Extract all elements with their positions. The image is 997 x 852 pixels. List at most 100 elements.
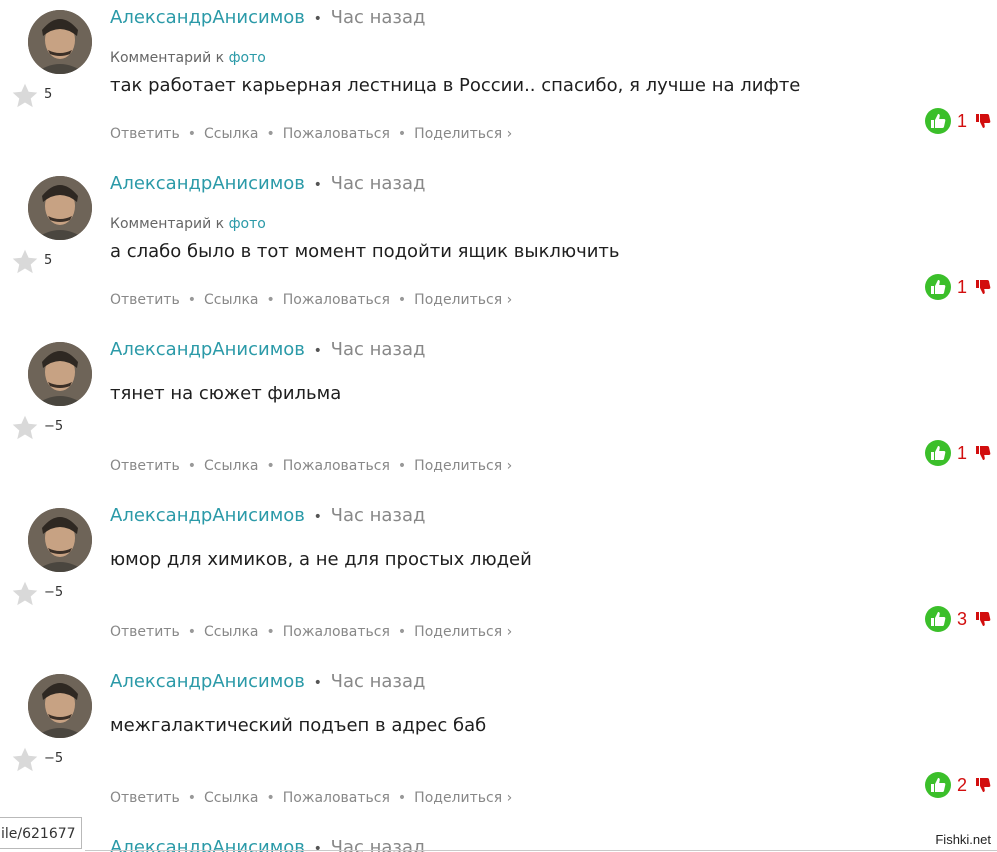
author-link[interactable]: АлександрАнисимов bbox=[110, 671, 305, 692]
timestamp: Час назад bbox=[330, 7, 426, 28]
vote-controls: 1 bbox=[924, 108, 991, 134]
report-link[interactable]: Пожаловаться bbox=[283, 292, 390, 308]
author-link[interactable]: АлександрАнисимов bbox=[110, 505, 305, 526]
thumbs-up-icon[interactable] bbox=[924, 772, 951, 798]
reply-link[interactable]: Ответить bbox=[110, 126, 180, 142]
context-prefix: Комментарий к bbox=[110, 50, 225, 66]
action-separator: • bbox=[187, 624, 196, 640]
action-separator: • bbox=[266, 126, 275, 142]
comment-text: так работает карьерная лестница в России… bbox=[110, 75, 801, 96]
report-link[interactable]: Пожаловаться bbox=[283, 790, 390, 806]
share-link[interactable]: Поделиться › bbox=[414, 126, 512, 142]
report-link[interactable]: Пожаловаться bbox=[283, 458, 390, 474]
permalink-link[interactable]: Ссылка bbox=[204, 292, 259, 308]
star-icon[interactable] bbox=[11, 82, 39, 110]
dot-separator: • bbox=[313, 509, 322, 525]
comment-header: АлександрАнисимов • Час назад bbox=[110, 671, 425, 692]
thumbs-down-icon[interactable] bbox=[975, 278, 991, 296]
avatar[interactable] bbox=[28, 674, 92, 738]
action-separator: • bbox=[187, 458, 196, 474]
thumbs-down-icon[interactable] bbox=[975, 112, 991, 130]
vote-score: 1 bbox=[956, 442, 967, 463]
action-separator: • bbox=[266, 624, 275, 640]
context-link[interactable]: фото bbox=[229, 216, 266, 232]
comment-item: АлександрАнисимов • Час назад bbox=[0, 830, 997, 852]
rating-value: 5 bbox=[44, 253, 53, 268]
report-link[interactable]: Пожаловаться bbox=[283, 126, 390, 142]
comment-actions: Ответить • Ссылка • Пожаловаться • Поделиться … bbox=[110, 458, 512, 474]
comment-text: а слабо было в тот момент подойти ящик в… bbox=[110, 241, 620, 262]
comment-header: АлександрАнисимов • Час назад bbox=[110, 339, 425, 360]
avatar[interactable] bbox=[28, 10, 92, 74]
report-link[interactable]: Пожаловаться bbox=[283, 624, 390, 640]
thumbs-down-icon[interactable] bbox=[975, 610, 991, 628]
status-url-tooltip: ile/621677 bbox=[0, 817, 82, 849]
thumbs-up-icon[interactable] bbox=[924, 274, 951, 300]
action-separator: • bbox=[266, 790, 275, 806]
vote-score: 1 bbox=[956, 110, 967, 131]
watermark: Fishki.net bbox=[935, 832, 991, 847]
reply-link[interactable]: Ответить bbox=[110, 458, 180, 474]
comment-context: Комментарий к фото bbox=[110, 216, 266, 232]
action-separator: • bbox=[397, 292, 407, 308]
permalink-link[interactable]: Ссылка bbox=[204, 790, 259, 806]
reply-link[interactable]: Ответить bbox=[110, 790, 180, 806]
action-separator: • bbox=[397, 126, 407, 142]
comment-actions: Ответить • Ссылка • Пожаловаться • Поделиться … bbox=[110, 126, 512, 142]
author-link[interactable]: АлександрАнисимов bbox=[110, 7, 305, 28]
thumbs-down-icon[interactable] bbox=[975, 444, 991, 462]
author-link[interactable]: АлександрАнисимов bbox=[110, 173, 305, 194]
context-link[interactable]: фото bbox=[229, 50, 266, 66]
comment-item: 5 АлександрАнисимов • Час назад Коммента… bbox=[0, 0, 997, 166]
star-icon[interactable] bbox=[11, 580, 39, 608]
comment-actions: Ответить • Ссылка • Пожаловаться • Поделиться … bbox=[110, 790, 512, 806]
author-link[interactable]: АлександрАнисимов bbox=[110, 339, 305, 360]
action-separator: • bbox=[187, 292, 196, 308]
avatar[interactable] bbox=[28, 342, 92, 406]
permalink-link[interactable]: Ссылка bbox=[204, 624, 259, 640]
star-icon[interactable] bbox=[11, 414, 39, 442]
context-prefix: Комментарий к bbox=[110, 216, 225, 232]
thumbs-up-icon[interactable] bbox=[924, 108, 951, 134]
star-icon[interactable] bbox=[11, 746, 39, 774]
dot-separator: • bbox=[313, 343, 322, 359]
vote-score: 3 bbox=[956, 608, 967, 629]
timestamp: Час назад bbox=[330, 173, 426, 194]
comment-context: Комментарий к фото bbox=[110, 50, 266, 66]
permalink-link[interactable]: Ссылка bbox=[204, 458, 259, 474]
avatar[interactable] bbox=[28, 176, 92, 240]
dot-separator: • bbox=[313, 11, 322, 27]
comment-text: тянет на сюжет фильма bbox=[110, 383, 342, 404]
comment-actions: Ответить • Ссылка • Пожаловаться • Поделиться … bbox=[110, 292, 512, 308]
permalink-link[interactable]: Ссылка bbox=[204, 126, 259, 142]
comment-header: АлександрАнисимов • Час назад bbox=[110, 173, 425, 194]
share-link[interactable]: Поделиться › bbox=[414, 292, 512, 308]
action-separator: • bbox=[397, 790, 407, 806]
share-link[interactable]: Поделиться › bbox=[414, 790, 512, 806]
rating-value: −5 bbox=[44, 419, 64, 434]
thumbs-up-icon[interactable] bbox=[924, 440, 951, 466]
vote-controls: 1 bbox=[924, 440, 991, 466]
timestamp: Час назад bbox=[330, 671, 426, 692]
action-separator: • bbox=[187, 126, 196, 142]
comment-item: −5 АлександрАнисимов • Час назад межгала… bbox=[0, 664, 997, 830]
vote-score: 2 bbox=[956, 774, 967, 795]
reply-link[interactable]: Ответить bbox=[110, 624, 180, 640]
action-separator: • bbox=[266, 292, 275, 308]
timestamp: Час назад bbox=[330, 505, 426, 526]
vote-controls: 3 bbox=[924, 606, 991, 632]
share-link[interactable]: Поделиться › bbox=[414, 458, 512, 474]
vote-controls: 1 bbox=[924, 274, 991, 300]
share-link[interactable]: Поделиться › bbox=[414, 624, 512, 640]
action-separator: • bbox=[187, 790, 196, 806]
thumbs-down-icon[interactable] bbox=[975, 776, 991, 794]
comment-header: АлександрАнисимов • Час назад bbox=[110, 505, 425, 526]
action-separator: • bbox=[397, 624, 407, 640]
reply-link[interactable]: Ответить bbox=[110, 292, 180, 308]
thumbs-up-icon[interactable] bbox=[924, 606, 951, 632]
comment-item: 5 АлександрАнисимов • Час назад Коммента… bbox=[0, 166, 997, 332]
comment-header: АлександрАнисимов • Час назад bbox=[110, 7, 425, 28]
avatar[interactable] bbox=[28, 508, 92, 572]
star-icon[interactable] bbox=[11, 248, 39, 276]
comment-item: −5 АлександрАнисимов • Час назад тянет н… bbox=[0, 332, 997, 498]
